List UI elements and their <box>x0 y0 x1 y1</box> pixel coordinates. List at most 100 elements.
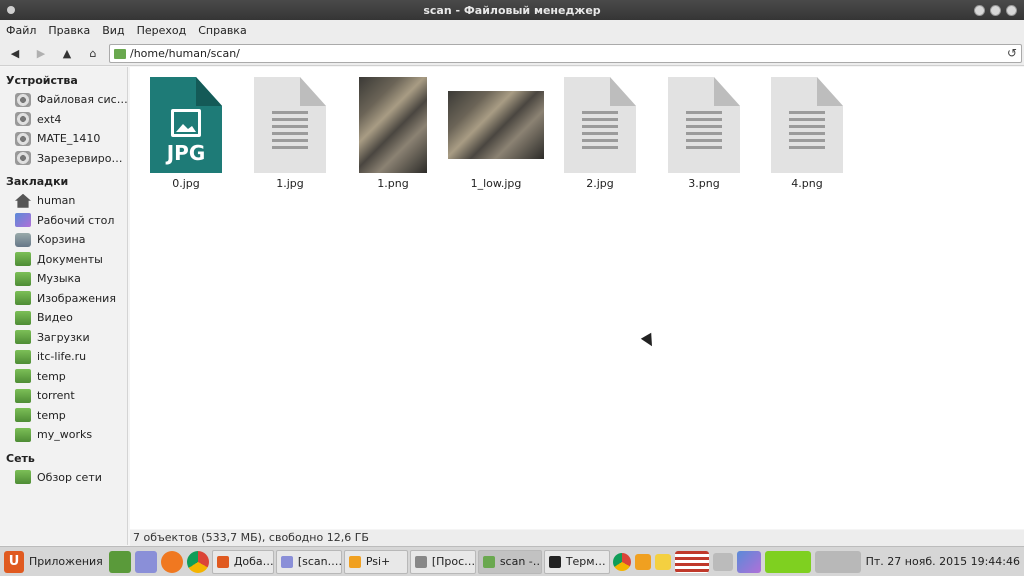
volume-icon[interactable] <box>712 552 733 571</box>
sidebar-item-mate[interactable]: MATE_1410 <box>0 129 127 149</box>
section-devices: Устройства <box>6 74 78 87</box>
sidebar-item-videos[interactable]: Видео <box>0 308 127 328</box>
folder-icon <box>482 555 495 568</box>
sidebar-item-label: ext4 <box>37 112 62 126</box>
file-name: 2.jpg <box>586 177 614 190</box>
us-flag-keyboard-icon[interactable] <box>674 550 709 573</box>
task-item[interactable]: Доба… <box>211 549 274 574</box>
taskbar: U Приложения Доба… [scan.… Psi+ [Прос… s… <box>0 546 1024 576</box>
file-name: 3.png <box>688 177 720 190</box>
folder-icon <box>15 252 31 267</box>
task-item-active[interactable]: scan -… <box>477 549 542 574</box>
back-button[interactable]: ◀ <box>4 43 26 63</box>
file-item-1-low-jpg[interactable]: 1_low.jpg <box>441 77 551 190</box>
file-name: 1.png <box>377 177 409 190</box>
chrome-tray-icon[interactable] <box>612 552 631 571</box>
file-item-2-jpg[interactable]: 2.jpg <box>545 77 655 190</box>
sidebar-item-downloads[interactable]: Загрузки <box>0 328 127 348</box>
text-editor-launcher-icon[interactable] <box>134 550 157 573</box>
sidebar-item-my-works[interactable]: my_works <box>0 425 127 445</box>
sidebar-item-torrent[interactable]: torrent <box>0 386 127 406</box>
folder-icon <box>15 388 31 403</box>
arrow-right-icon: ▶ <box>36 46 46 60</box>
sidebar-item-label: itc-life.ru <box>37 350 87 364</box>
file-item-1-png[interactable]: 1.png <box>338 77 448 190</box>
section-network: Сеть <box>6 451 35 465</box>
forward-button[interactable]: ▶ <box>30 43 52 63</box>
sidebar-item-music[interactable]: Музыка <box>0 269 127 289</box>
trash-icon <box>15 232 31 247</box>
sidebar-item-filesystem[interactable]: Файловая сис… <box>0 90 127 110</box>
photo-thumbnail <box>359 77 427 173</box>
sidebar-item-temp[interactable]: temp <box>0 367 127 387</box>
task-item[interactable]: [Прос… <box>409 549 476 574</box>
reload-icon[interactable]: ↺ <box>1007 46 1017 60</box>
task-item[interactable]: Psi+ <box>343 549 408 574</box>
task-item[interactable]: Терм… <box>543 549 610 574</box>
task-label: [scan.… <box>297 555 342 568</box>
close-button[interactable] <box>1006 5 1017 16</box>
up-button[interactable]: ▲ <box>56 43 78 63</box>
file-name: 0.jpg <box>172 177 200 190</box>
firefox-launcher-icon[interactable] <box>160 550 183 573</box>
menu-bar: Файл Правка Вид Переход Справка <box>0 20 1024 41</box>
disk-icon <box>15 131 31 146</box>
sidebar-item-temp-2[interactable]: temp <box>0 406 127 426</box>
home-button[interactable]: ⌂ <box>82 43 104 63</box>
location-bar[interactable]: /home/human/scan/ ↺ <box>109 44 1022 63</box>
sidebar-item-pictures[interactable]: Изображения <box>0 289 127 309</box>
sidebar-item-label: Обзор сети <box>37 470 102 484</box>
menu-edit[interactable]: Правка <box>42 24 96 37</box>
sidebar-item-label: temp <box>37 408 66 422</box>
sidebar-item-label: my_works <box>37 428 93 442</box>
window-menu-icon[interactable] <box>7 6 15 14</box>
task-item[interactable]: [scan.… <box>275 549 342 574</box>
folder-icon <box>15 310 31 325</box>
sidebar-item-documents[interactable]: Документы <box>0 250 127 270</box>
sidebar-item-trash[interactable]: Корзина <box>0 230 127 250</box>
file-item-1-jpg[interactable]: 1.jpg <box>235 77 345 190</box>
sidebar-item-ext4[interactable]: ext4 <box>0 110 127 130</box>
ubuntu-logo-icon: U <box>4 550 24 573</box>
psi-tray-icon[interactable] <box>634 553 651 570</box>
text-editor-icon <box>280 555 293 568</box>
folder-icon <box>15 408 31 423</box>
folder-icon <box>15 369 31 384</box>
sidebar-item-human[interactable]: human <box>0 191 127 211</box>
notes-tray-icon[interactable] <box>654 553 671 570</box>
sidebar-item-desktop[interactable]: Рабочий стол <box>0 211 127 231</box>
network-icon <box>15 470 31 485</box>
minimize-button[interactable] <box>974 5 985 16</box>
file-item-3-png[interactable]: 3.png <box>649 77 759 190</box>
document-icon <box>668 77 740 173</box>
menu-go[interactable]: Переход <box>131 24 193 37</box>
maximize-button[interactable] <box>990 5 1001 16</box>
applications-menu-button[interactable]: U Приложения <box>0 549 107 575</box>
sidebar-item-itc-life[interactable]: itc-life.ru <box>0 347 127 367</box>
sidebar-item-label: Изображения <box>37 291 116 305</box>
workspace-2-icon[interactable] <box>764 550 811 573</box>
applications-label: Приложения <box>29 555 103 568</box>
sidebar-item-reserved[interactable]: Зарезервиро… <box>0 149 127 169</box>
menu-view[interactable]: Вид <box>96 24 130 37</box>
file-view[interactable]: JPG 0.jpg 1.jpg 1.png 1_low.jpg 2.jpg 3.… <box>130 67 1024 529</box>
file-item-0-jpg[interactable]: JPG 0.jpg <box>131 77 241 190</box>
sidebar-item-browse-network[interactable]: Обзор сети <box>0 468 127 488</box>
viewer-icon <box>414 555 427 568</box>
ubuntu-icon <box>216 555 229 568</box>
chrome-launcher-icon[interactable] <box>186 550 209 573</box>
toolbar: ◀ ▶ ▲ ⌂ /home/human/scan/ ↺ <box>0 41 1024 66</box>
arrow-up-icon: ▲ <box>62 46 72 60</box>
sidebar-item-label: human <box>37 194 76 208</box>
menu-file[interactable]: Файл <box>0 24 42 37</box>
document-icon <box>771 77 843 173</box>
jpg-badge: JPG <box>166 141 206 165</box>
file-item-4-png[interactable]: 4.png <box>752 77 862 190</box>
workspace-3-icon[interactable] <box>814 550 861 573</box>
task-label: Терм… <box>565 555 606 568</box>
clock[interactable]: Пт. 27 нояб. 2015 19:44:46 <box>866 555 1024 568</box>
menu-help[interactable]: Справка <box>192 24 252 37</box>
sidebar-item-label: torrent <box>37 389 75 403</box>
workspace-1-icon[interactable] <box>736 550 761 573</box>
file-manager-launcher-icon[interactable] <box>108 550 131 573</box>
